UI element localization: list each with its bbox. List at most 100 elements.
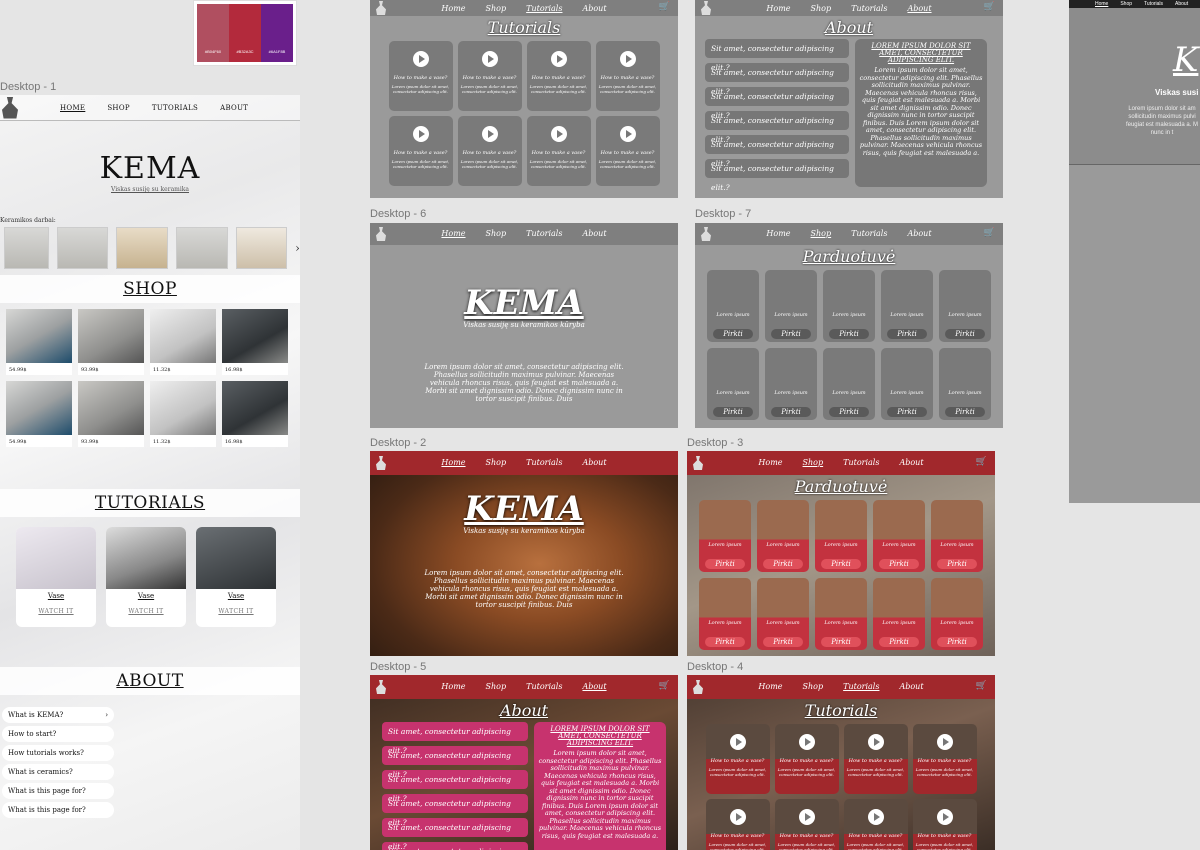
play-icon[interactable] xyxy=(412,126,429,142)
buy-button[interactable]: Pirkti xyxy=(945,329,985,339)
cart-icon[interactable]: 🛒 xyxy=(984,2,995,12)
play-icon[interactable] xyxy=(729,809,746,825)
cart-icon[interactable]: 🛒 xyxy=(984,228,995,238)
product-card[interactable]: 11.32$ xyxy=(150,381,216,447)
tutorial-card[interactable]: How to make a vase? Lorem ipsum dolor sit… xyxy=(457,41,522,111)
play-icon[interactable] xyxy=(867,734,884,750)
buy-button[interactable]: Pirkti xyxy=(763,637,803,647)
product-card[interactable]: 93.99$ xyxy=(78,381,144,447)
tutorial-card[interactable]: How to make a vase? Lorem ipsum dolor sit… xyxy=(705,799,770,850)
play-icon[interactable] xyxy=(867,809,884,825)
play-icon[interactable] xyxy=(729,734,746,750)
carousel-image[interactable] xyxy=(175,227,228,269)
cart-icon[interactable]: 🛒 xyxy=(976,681,987,691)
tutorial-card[interactable]: How to make a vase? Lorem ipsum dolor sit… xyxy=(526,41,591,111)
buy-button[interactable]: Pirkti xyxy=(937,559,977,569)
tutorial-card[interactable]: How to make a vase? Lorem ipsum dolor sit… xyxy=(457,116,522,186)
product-card[interactable]: Lorem ipsum Pirkti xyxy=(765,348,817,420)
buy-button[interactable]: Pirkti xyxy=(771,407,811,417)
cart-icon[interactable]: 🛒 xyxy=(976,457,987,467)
question-button[interactable]: Sit amet, consectetur adipiscing elit.? xyxy=(382,722,528,755)
product-card[interactable]: Lorem ipsum Pirkti xyxy=(931,578,983,650)
tutorial-card[interactable]: How to make a vase? Lorem ipsum dolor sit… xyxy=(595,116,660,186)
question-button[interactable]: Sit amet, consectetur adipiscing elit.? xyxy=(705,111,849,144)
buy-button[interactable]: Pirkti xyxy=(829,329,869,339)
product-card[interactable]: 93.99$ xyxy=(78,309,144,375)
product-card[interactable]: 16.98$ xyxy=(222,309,288,375)
play-icon[interactable] xyxy=(936,809,953,825)
product-card[interactable]: Lorem ipsum Pirkti xyxy=(873,500,925,572)
play-icon[interactable] xyxy=(619,126,636,142)
question-button[interactable]: Sit amet, consectetur adipiscing elit.? xyxy=(705,39,849,72)
tutorial-card[interactable]: How to make a vase? Lorem ipsum dolor sit… xyxy=(526,116,591,186)
product-card[interactable]: 16.98$ xyxy=(222,381,288,447)
tutorial-card[interactable]: How to make a vase? Lorem ipsum dolor sit… xyxy=(705,724,770,794)
play-icon[interactable] xyxy=(481,126,498,142)
product-card[interactable]: Lorem ipsum Pirkti xyxy=(881,348,933,420)
product-card[interactable]: Lorem ipsum Pirkti xyxy=(815,578,867,650)
tutorial-card[interactable]: How to make a vase? Lorem ipsum dolor sit… xyxy=(774,799,839,850)
play-icon[interactable] xyxy=(936,734,953,750)
product-card[interactable]: Lorem ipsum Pirkti xyxy=(931,500,983,572)
buy-button[interactable]: Pirkti xyxy=(705,637,745,647)
buy-button[interactable]: Pirkti xyxy=(771,329,811,339)
product-card[interactable]: Lorem ipsum Pirkti xyxy=(757,500,809,572)
faq-item[interactable]: What is KEMA? › xyxy=(2,707,114,723)
question-button[interactable]: Sit amet, consectetur adipiscing elit.? xyxy=(382,818,528,850)
play-icon[interactable] xyxy=(619,51,636,67)
question-button[interactable]: Sit amet, consectetur adipiscing elit.? xyxy=(705,159,849,192)
buy-button[interactable]: Pirkti xyxy=(763,559,803,569)
buy-button[interactable]: Pirkti xyxy=(821,559,861,569)
nav-home[interactable]: HOME xyxy=(60,104,85,112)
tutorial-card[interactable]: How to make a vase? Lorem ipsum dolor sit… xyxy=(388,116,453,186)
product-card[interactable]: Lorem ipsum Pirkti xyxy=(699,500,751,572)
product-card[interactable]: Lorem ipsum Pirkti xyxy=(765,270,817,342)
carousel-image[interactable] xyxy=(56,227,109,269)
question-button[interactable]: Sit amet, consectetur adipiscing elit.? xyxy=(382,842,528,850)
buy-button[interactable]: Pirkti xyxy=(713,329,753,339)
buy-button[interactable]: Pirkti xyxy=(887,407,927,417)
tutorial-card[interactable]: How to make a vase? Lorem ipsum dolor sit… xyxy=(912,724,977,794)
buy-button[interactable]: Pirkti xyxy=(829,407,869,417)
cart-icon[interactable]: 🛒 xyxy=(659,2,670,12)
buy-button[interactable]: Pirkti xyxy=(821,637,861,647)
play-icon[interactable] xyxy=(550,126,567,142)
tutorial-card[interactable]: Vase WATCH IT xyxy=(196,527,276,627)
tutorial-card[interactable]: How to make a vase? Lorem ipsum dolor sit… xyxy=(843,799,908,850)
buy-button[interactable]: Pirkti xyxy=(705,559,745,569)
nav-tutorials[interactable]: TUTORIALS xyxy=(152,104,198,112)
chevron-right-icon[interactable]: › xyxy=(295,241,300,255)
question-button[interactable]: Sit amet, consectetur adipiscing elit.? xyxy=(382,746,528,779)
faq-item[interactable]: What is ceramics? xyxy=(2,764,114,780)
product-card[interactable]: Lorem ipsum Pirkti xyxy=(699,578,751,650)
product-card[interactable]: Lorem ipsum Pirkti xyxy=(939,270,991,342)
carousel-image[interactable] xyxy=(235,227,288,269)
buy-button[interactable]: Pirkti xyxy=(887,329,927,339)
carousel-image[interactable] xyxy=(116,227,168,269)
product-card[interactable]: Lorem ipsum Pirkti xyxy=(881,270,933,342)
product-card[interactable]: 54.99$ xyxy=(6,309,72,375)
play-icon[interactable] xyxy=(798,809,815,825)
tutorial-card[interactable]: How to make a vase? Lorem ipsum dolor sit… xyxy=(912,799,977,850)
tutorial-card[interactable]: How to make a vase? Lorem ipsum dolor sit… xyxy=(843,724,908,794)
product-card[interactable]: Lorem ipsum Pirkti xyxy=(823,348,875,420)
tutorial-card[interactable]: Vase WATCH IT xyxy=(106,527,186,627)
product-card[interactable]: 11.32$ xyxy=(150,309,216,375)
buy-button[interactable]: Pirkti xyxy=(879,559,919,569)
product-card[interactable]: Lorem ipsum Pirkti xyxy=(757,578,809,650)
carousel-image[interactable] xyxy=(4,227,49,269)
product-card[interactable]: Lorem ipsum Pirkti xyxy=(707,270,759,342)
tutorial-card[interactable]: Vase WATCH IT xyxy=(16,527,96,627)
question-button[interactable]: Sit amet, consectetur adipiscing elit.? xyxy=(705,63,849,96)
buy-button[interactable]: Pirkti xyxy=(945,407,985,417)
nav-about[interactable]: ABOUT xyxy=(220,104,248,112)
product-card[interactable]: Lorem ipsum Pirkti xyxy=(939,348,991,420)
play-icon[interactable] xyxy=(550,51,567,67)
tutorial-card[interactable]: How to make a vase? Lorem ipsum dolor sit… xyxy=(388,41,453,111)
play-icon[interactable] xyxy=(412,51,429,67)
question-button[interactable]: Sit amet, consectetur adipiscing elit.? xyxy=(705,87,849,120)
nav-shop[interactable]: SHOP xyxy=(107,104,130,112)
question-button[interactable]: Sit amet, consectetur adipiscing elit.? xyxy=(382,794,528,827)
play-icon[interactable] xyxy=(481,51,498,67)
question-button[interactable]: Sit amet, consectetur adipiscing elit.? xyxy=(382,770,528,803)
